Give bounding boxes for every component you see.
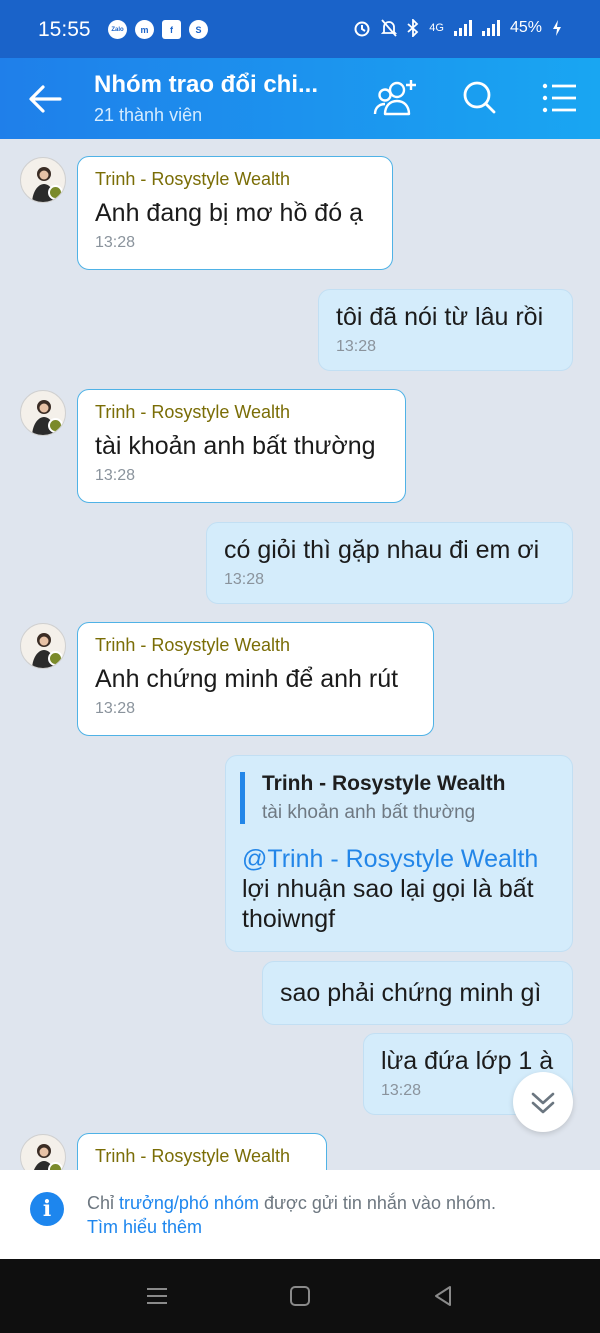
message-text: có giỏi thì gặp nhau đi em ơi: [224, 536, 540, 564]
add-member-icon[interactable]: [373, 78, 417, 118]
zalo-icon: Zalo: [108, 20, 127, 39]
back-arrow-icon[interactable]: [26, 80, 64, 118]
home-icon[interactable]: [288, 1284, 312, 1308]
quoted-text: tài khoản anh bất thường: [262, 802, 476, 823]
double-chevron-down-icon: [531, 1092, 555, 1114]
charging-icon: [553, 20, 561, 36]
key-badge-icon: [48, 418, 63, 433]
reply-message-bubble[interactable]: Trinh - Rosystyle Wealth tài khoản anh b…: [225, 755, 573, 952]
notice-text: Chỉ trưởng/phó nhóm được gửi tin nhắn và…: [87, 1193, 496, 1214]
signal-icon-2: [481, 20, 500, 36]
key-badge-icon: [48, 1162, 63, 1170]
messenger-icon: m: [135, 20, 154, 39]
message-bubble-incoming[interactable]: Trinh - Rosystyle Wealth tài khoản anh b…: [77, 389, 406, 503]
message-bubble-outgoing[interactable]: có giỏi thì gặp nhau đi em ơi 13:28: [206, 522, 573, 604]
message-text: Anh chứng minh để anh rút: [95, 665, 399, 693]
message-text: tài khoản anh bất thường: [95, 432, 376, 460]
notification-icons: Zalo m f S: [108, 20, 208, 39]
sender-name[interactable]: Trinh - Rosystyle Wealth: [95, 635, 417, 656]
system-nav-bar: [0, 1259, 600, 1333]
sender-name[interactable]: Trinh - Rosystyle Wealth: [95, 1146, 310, 1167]
avatar[interactable]: [20, 157, 66, 203]
facebook-icon: f: [162, 20, 181, 39]
message-text: tôi đã nói từ lâu rồi: [336, 303, 544, 331]
notice-prefix: Chỉ: [87, 1193, 120, 1213]
signal-icon-1: [453, 20, 472, 36]
scroll-to-bottom-button[interactable]: [513, 1072, 573, 1132]
group-title[interactable]: Nhóm trao đổi chi...: [94, 71, 318, 99]
info-icon: i: [30, 1192, 64, 1226]
message-time: 13:28: [95, 467, 136, 484]
member-count[interactable]: 21 thành viên: [94, 105, 202, 126]
battery-level: 45%: [509, 19, 542, 36]
message-text: Anh đang bị mơ hồ đó ạ: [95, 199, 363, 227]
mute-bell-icon: [381, 19, 398, 37]
search-icon[interactable]: [458, 78, 502, 118]
message-time: 13:28: [224, 571, 265, 588]
key-badge-icon: [48, 651, 63, 666]
message-bubble-incoming[interactable]: Trinh - Rosystyle Wealth Anh chứng minh …: [77, 622, 434, 736]
message-list[interactable]: Trinh - Rosystyle Wealth Anh đang bị mơ …: [0, 139, 600, 1170]
bluetooth-icon: [407, 19, 419, 37]
recent-apps-icon[interactable]: [145, 1284, 169, 1308]
alarm-icon: [354, 21, 370, 37]
quoted-message[interactable]: Trinh - Rosystyle Wealth tài khoản anh b…: [240, 772, 556, 824]
message-text-line2: thoiwngf: [242, 905, 336, 933]
avatar[interactable]: [20, 390, 66, 436]
menu-list-icon[interactable]: [538, 78, 582, 118]
quoted-sender: Trinh - Rosystyle Wealth: [262, 772, 506, 795]
notice-suffix: được gửi tin nhắn vào nhóm.: [258, 1193, 496, 1213]
message-bubble-incoming[interactable]: Trinh - Rosystyle Wealth Anh đang bị mơ …: [77, 156, 393, 270]
message-time: 13:28: [336, 338, 377, 355]
message-bubble-outgoing[interactable]: sao phải chứng minh gì: [262, 961, 573, 1025]
sender-name[interactable]: Trinh - Rosystyle Wealth: [95, 169, 376, 190]
status-bar: 15:55 Zalo m f S 4G 45%: [0, 0, 600, 58]
message-bubble-outgoing[interactable]: tôi đã nói từ lâu rồi 13:28: [318, 289, 573, 371]
message-time: 13:28: [95, 700, 136, 717]
key-badge-icon: [48, 185, 63, 200]
message-bubble-incoming[interactable]: Trinh - Rosystyle Wealth: [77, 1133, 327, 1170]
avatar[interactable]: [20, 1134, 66, 1170]
message-text: sao phải chứng minh gì: [280, 979, 542, 1007]
sender-name[interactable]: Trinh - Rosystyle Wealth: [95, 402, 389, 423]
mention-link[interactable]: @Trinh - Rosystyle Wealth: [242, 844, 556, 874]
chat-header: Nhóm trao đổi chi... 21 thành viên: [0, 58, 600, 139]
permission-notice: i Chỉ trưởng/phó nhóm được gửi tin nhắn …: [0, 1170, 600, 1259]
network-type: 4G: [429, 22, 444, 34]
status-right: 4G 45%: [353, 19, 562, 37]
status-time: 15:55: [38, 18, 91, 41]
admin-role-link[interactable]: trưởng/phó nhóm: [119, 1193, 259, 1213]
learn-more-link[interactable]: Tìm hiểu thêm: [87, 1217, 202, 1238]
message-text-line1: lợi nhuận sao lại gọi là bất: [242, 875, 534, 903]
avatar[interactable]: [20, 623, 66, 669]
skype-icon: S: [189, 20, 208, 39]
back-nav-icon[interactable]: [431, 1284, 455, 1308]
message-time: 13:28: [95, 234, 136, 251]
